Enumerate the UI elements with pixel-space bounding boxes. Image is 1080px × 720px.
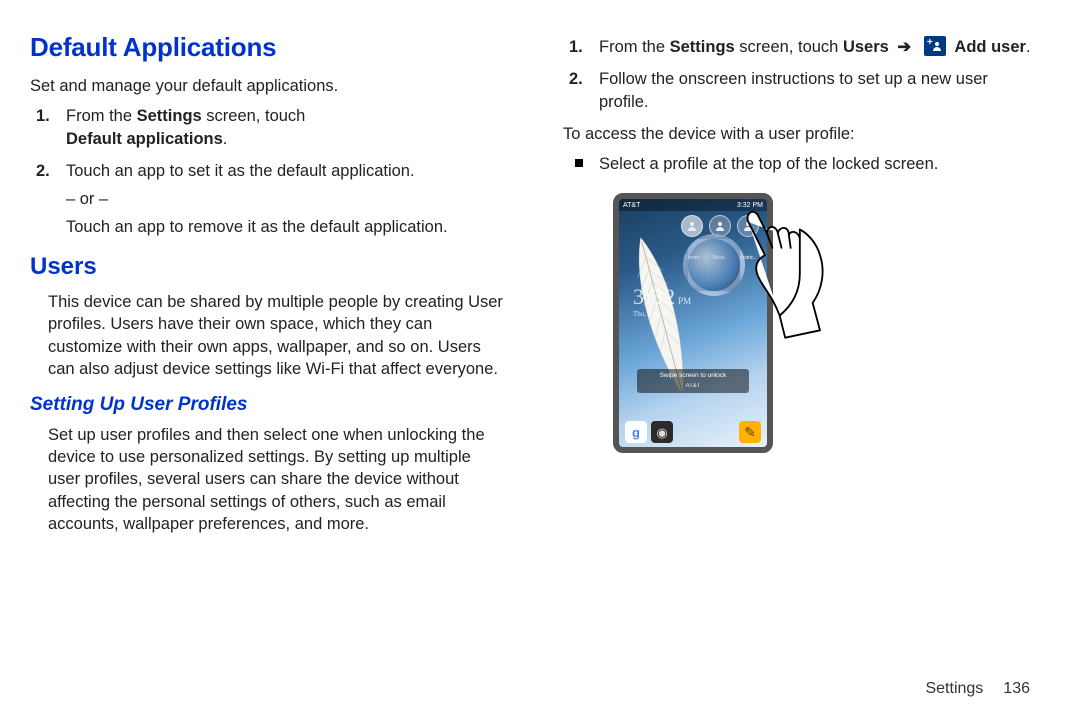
step-number: 2. [36,160,50,182]
setup-body: Set up user profiles and then select one… [30,424,507,535]
dock-camera-icon[interactable]: ◉ [651,421,673,443]
footer-page-number: 136 [1003,680,1030,697]
step-text: From the Settings screen, touch Users ➔ … [599,38,1031,56]
right-column: 1. From the Settings screen, touch Users… [555,30,1040,700]
dock-memo-icon[interactable]: ✎ [739,421,761,443]
access-bullets: Select a profile at the top of the locke… [563,153,1040,175]
access-bullet-1: Select a profile at the top of the locke… [599,153,1040,175]
heading-users: Users [30,251,507,283]
arrow-icon: ➔ [893,36,915,58]
step-text: Touch an app to set it as the default ap… [66,162,507,237]
manual-page: Default Applications Set and manage your… [0,0,1080,720]
default-apps-step-1: 1. From the Settings screen, touch Defau… [66,105,507,150]
dock-google-icon[interactable]: g [625,421,647,443]
person-icon [686,220,698,232]
step-number: 2. [569,68,583,90]
step-text: From the Settings screen, touch Default … [66,107,305,147]
default-apps-intro: Set and manage your default applications… [30,75,507,97]
unlock-hint: Swipe screen to unlock AT&T [637,369,749,393]
footer-section: Settings [925,680,983,697]
setup-step-1: 1. From the Settings screen, touch Users… [599,36,1040,58]
setup-steps: 1. From the Settings screen, touch Users… [563,36,1040,113]
default-apps-step-2: 2. Touch an app to set it as the default… [66,160,507,239]
default-apps-steps: 1. From the Settings screen, touch Defau… [30,105,507,238]
users-body: This device can be shared by multiple pe… [30,291,507,380]
step-number: 1. [569,36,583,58]
left-column: Default Applications Set and manage your… [30,30,515,700]
page-footer: Settings 136 [925,680,1030,698]
profile-owner[interactable] [681,215,703,237]
heading-setting-up-user-profiles: Setting Up User Profiles [30,392,507,418]
clock-time: 3:32 [633,284,676,309]
add-user-icon [924,36,946,56]
status-carrier: AT&T [623,201,640,210]
heading-default-applications: Default Applications [30,30,507,65]
dock: g ◉ ✎ [623,401,763,443]
or-divider: – or – [66,188,507,210]
step-number: 1. [36,105,50,127]
person-icon [931,40,943,52]
lockscreen-figure: AT&T 3:32 PM Owner Restr.. [613,193,823,493]
clock-ampm: PM [678,296,691,306]
hand-pointer-illustration [721,193,831,349]
lockscreen-clock: 3:32PM Thu, June 5 [633,282,691,319]
setup-step-2: 2. Follow the onscreen instructions to s… [599,68,1040,113]
step-text: Follow the onscreen instructions to set … [599,70,988,110]
access-intro: To access the device with a user profile… [563,123,1040,145]
